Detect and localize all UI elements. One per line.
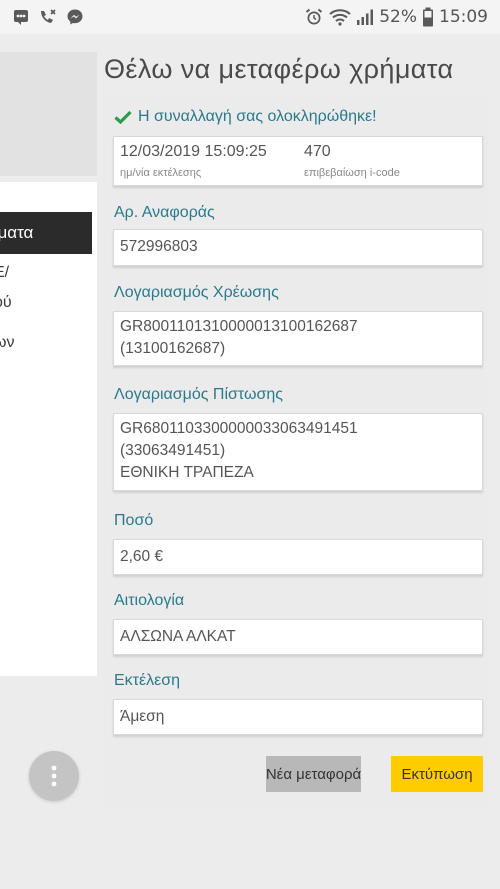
amount-field: 2,60 € [113,539,483,575]
credit-account-label: Λογαριασμός Πίστωσης [114,386,283,403]
new-transfer-button[interactable]: Νέα μεταφορά [266,756,361,792]
debit-account-number: (13100162687) [120,340,226,357]
confirmation-box: 12/03/2019 15:09:25 ημ/νία εκτέλεσης 470… [113,136,483,186]
credit-account-iban: GR6801103300000033063491451 [120,420,358,437]
drawer-item-active[interactable]: ήματα [0,212,92,254]
checkmark-icon [114,110,132,124]
success-text: Η συναλλαγή σας ολοκληρώθηκε! [138,108,377,125]
drawer-item[interactable]: Ε/ [0,264,91,282]
success-message: Η συναλλαγή σας ολοκληρώθηκε! [114,108,377,126]
more-options-button[interactable] [29,751,79,801]
side-drawer: ήματα Ε/ ού ων [0,182,97,676]
notification-icon [12,8,30,26]
execution-datetime-label: ημ/νία εκτέλεσης [120,167,202,179]
more-vert-icon [51,765,57,787]
reference-value: 572996803 [120,238,198,255]
drawer-header [0,52,97,176]
credit-account-number: (33063491451) [120,442,226,459]
status-time: 15:09 [439,7,488,27]
drawer-item[interactable]: ού [0,294,91,312]
amount-label: Ποσό [114,512,154,529]
execution-datetime: 12/03/2019 15:09:25 [120,143,267,160]
status-bar-left [12,8,84,26]
status-bar: 52% 15:09 [0,0,500,34]
debit-account-label: Λογαριασμός Χρέωσης [114,284,279,301]
reason-label: Αιτιολογία [114,592,185,609]
debit-account-field: GR8001101310000013100162687 (13100162687… [113,311,483,366]
drawer-item-active-label: ήματα [0,223,34,242]
missed-call-icon [38,8,58,26]
reference-field: 572996803 [113,229,483,266]
execution-field: Άμεση [113,699,483,735]
transfer-result-card: Η συναλλαγή σας ολοκληρώθηκε! 12/03/2019… [102,96,490,808]
signal-icon [356,8,374,26]
messenger-icon [66,8,84,26]
wifi-icon [329,8,351,26]
print-button[interactable]: Εκτύπωση [391,756,483,792]
execution-label: Εκτέλεση [114,672,181,689]
page-title: Θέλω να μεταφέρω χρήματα [104,54,454,84]
debit-account-iban: GR8001101310000013100162687 [120,318,358,335]
credit-bank-name: ΕΘΝΙΚΗ ΤΡΑΠΕΖΑ [120,464,254,481]
battery-icon [422,7,434,27]
reference-label: Αρ. Αναφοράς [114,204,215,221]
battery-percent: 52% [379,7,417,27]
icode-value: 470 [304,143,331,160]
icode-label: επιβεβαίωση i-code [304,167,400,179]
reason-field: ΑΛΣΩΝΑ ΑΛΚΑΤ [113,619,483,655]
execution-value: Άμεση [120,708,165,725]
drawer-item[interactable]: ων [0,334,91,352]
amount-value: 2,60 € [120,548,164,565]
status-bar-right: 52% 15:09 [304,7,488,27]
alarm-icon [304,7,324,27]
reason-value: ΑΛΣΩΝΑ ΑΛΚΑΤ [120,628,236,645]
credit-account-field: GR6801103300000033063491451 (33063491451… [113,413,483,491]
